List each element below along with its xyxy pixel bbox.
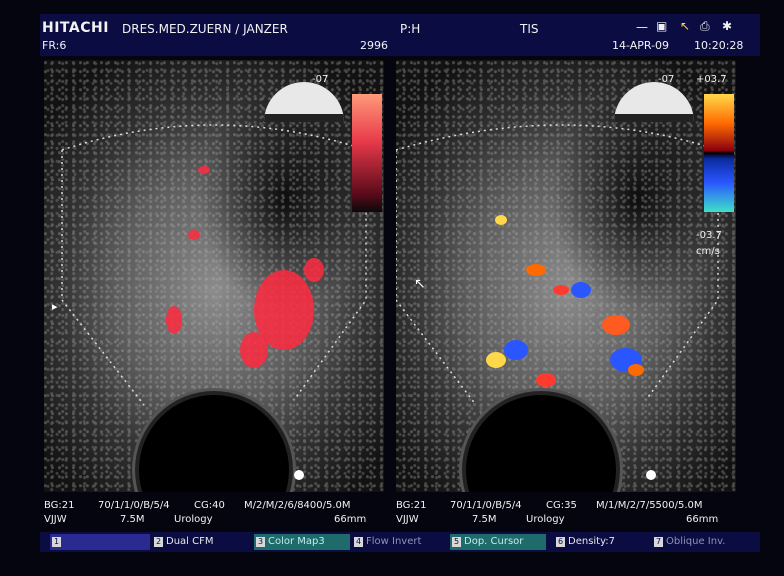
- softkey-label: Oblique Inv.: [666, 536, 726, 547]
- softkey-1[interactable]: 1: [50, 534, 150, 550]
- scale-bottom-label: -03.7: [696, 230, 722, 241]
- left-info-bar: BG:21 70/1/1/0/B/5/4 CG:40 M/2/M/2/6/840…: [44, 500, 404, 528]
- info-bg: BG:21: [44, 500, 75, 511]
- scale-unit-label: cm/s: [696, 246, 720, 257]
- right-info-bar: BG:21 70/1/1/0/B/5/4 CG:35 M/1/M/2/7/550…: [396, 500, 756, 528]
- focus-dot-right: [646, 470, 656, 480]
- softkey-number: 1: [52, 537, 61, 547]
- power-scale-left: [352, 94, 382, 212]
- frame-id-label: 2996: [360, 39, 388, 52]
- gauge-label-left: -07: [312, 74, 329, 85]
- time-label: 10:20:28: [694, 39, 744, 52]
- softkey-number: 3: [256, 537, 265, 547]
- tis-label: TIS: [520, 22, 539, 36]
- right-image-panel[interactable]: -07 +03.7 -03.7 cm/s ↖: [396, 60, 736, 492]
- focus-dot-left: [294, 470, 304, 480]
- scale-top-label: +03.7: [696, 74, 727, 85]
- header-bar: HITACHI DRES.MED.ZUERN / JANZER FR:6 299…: [40, 14, 760, 56]
- window-icon[interactable]: ▣: [656, 19, 667, 33]
- doppler-flow-right: [486, 215, 644, 387]
- softkey-label: Flow Invert: [366, 536, 422, 547]
- info-freq: 7.5M: [120, 514, 145, 525]
- info-depth: 66mm: [334, 514, 367, 525]
- info-app: Urology: [174, 514, 213, 525]
- softkey-label: Density:7: [568, 536, 616, 547]
- info-depth: 66mm: [686, 514, 719, 525]
- velocity-scale-right: [704, 94, 734, 212]
- info-probe: VJJW: [44, 514, 67, 525]
- softkey-number: 5: [452, 537, 461, 547]
- mouse-pointer-icon: ↖: [414, 276, 426, 292]
- info-cg: CG:40: [194, 500, 225, 511]
- institution-label: DRES.MED.ZUERN / JANZER: [122, 22, 288, 36]
- left-image-panel[interactable]: -07 ▸: [44, 60, 384, 492]
- softkey-density[interactable]: 6 Density:7: [554, 534, 650, 550]
- info-probe: VJJW: [396, 514, 419, 525]
- ultrasound-screen: HITACHI DRES.MED.ZUERN / JANZER FR:6 299…: [0, 0, 784, 576]
- softkey-label: Dual CFM: [166, 536, 214, 547]
- preset-label: P:H: [400, 22, 421, 36]
- info-app: Urology: [526, 514, 565, 525]
- softkey-dual-cfm[interactable]: 2 Dual CFM: [152, 534, 248, 550]
- softkey-label: Dop. Cursor: [464, 536, 524, 547]
- info-freq: 7.5M: [472, 514, 497, 525]
- info-mode: M/1/M/2/7/5500/5.0M: [596, 500, 703, 511]
- info-params: 70/1/1/0/B/5/4: [450, 500, 522, 511]
- softkey-number: 6: [556, 537, 565, 547]
- info-bg: BG:21: [396, 500, 427, 511]
- softkey-number: 7: [654, 537, 663, 547]
- softkey-bar: 1 2 Dual CFM 3 Color Map3 4 Flow Invert …: [40, 532, 760, 552]
- settings-icon[interactable]: ✱: [722, 19, 732, 33]
- gauge-label-right: -07: [658, 74, 675, 85]
- softkey-number: 2: [154, 537, 163, 547]
- softkey-dop-cursor[interactable]: 5 Dop. Cursor: [450, 534, 546, 550]
- minimize-icon[interactable]: —: [636, 20, 648, 34]
- doppler-flow-left: [166, 166, 324, 368]
- info-params: 70/1/1/0/B/5/4: [98, 500, 170, 511]
- brand-label: HITACHI: [42, 20, 109, 36]
- softkey-label: Color Map3: [268, 536, 325, 547]
- softkey-flow-invert[interactable]: 4 Flow Invert: [352, 534, 448, 550]
- softkey-color-map[interactable]: 3 Color Map3: [254, 534, 350, 550]
- softkey-number: 4: [354, 537, 363, 547]
- frame-label: FR:6: [42, 39, 67, 52]
- cursor-icon[interactable]: ↖: [680, 19, 690, 33]
- date-label: 14-APR-09: [612, 39, 670, 52]
- orientation-marker-left: ▸: [52, 300, 58, 313]
- info-cg: CG:35: [546, 500, 577, 511]
- softkey-oblique-inv[interactable]: 7 Oblique Inv.: [652, 534, 756, 550]
- info-mode: M/2/M/2/6/8400/5.0M: [244, 500, 351, 511]
- printer-icon[interactable]: ⎙: [700, 19, 710, 34]
